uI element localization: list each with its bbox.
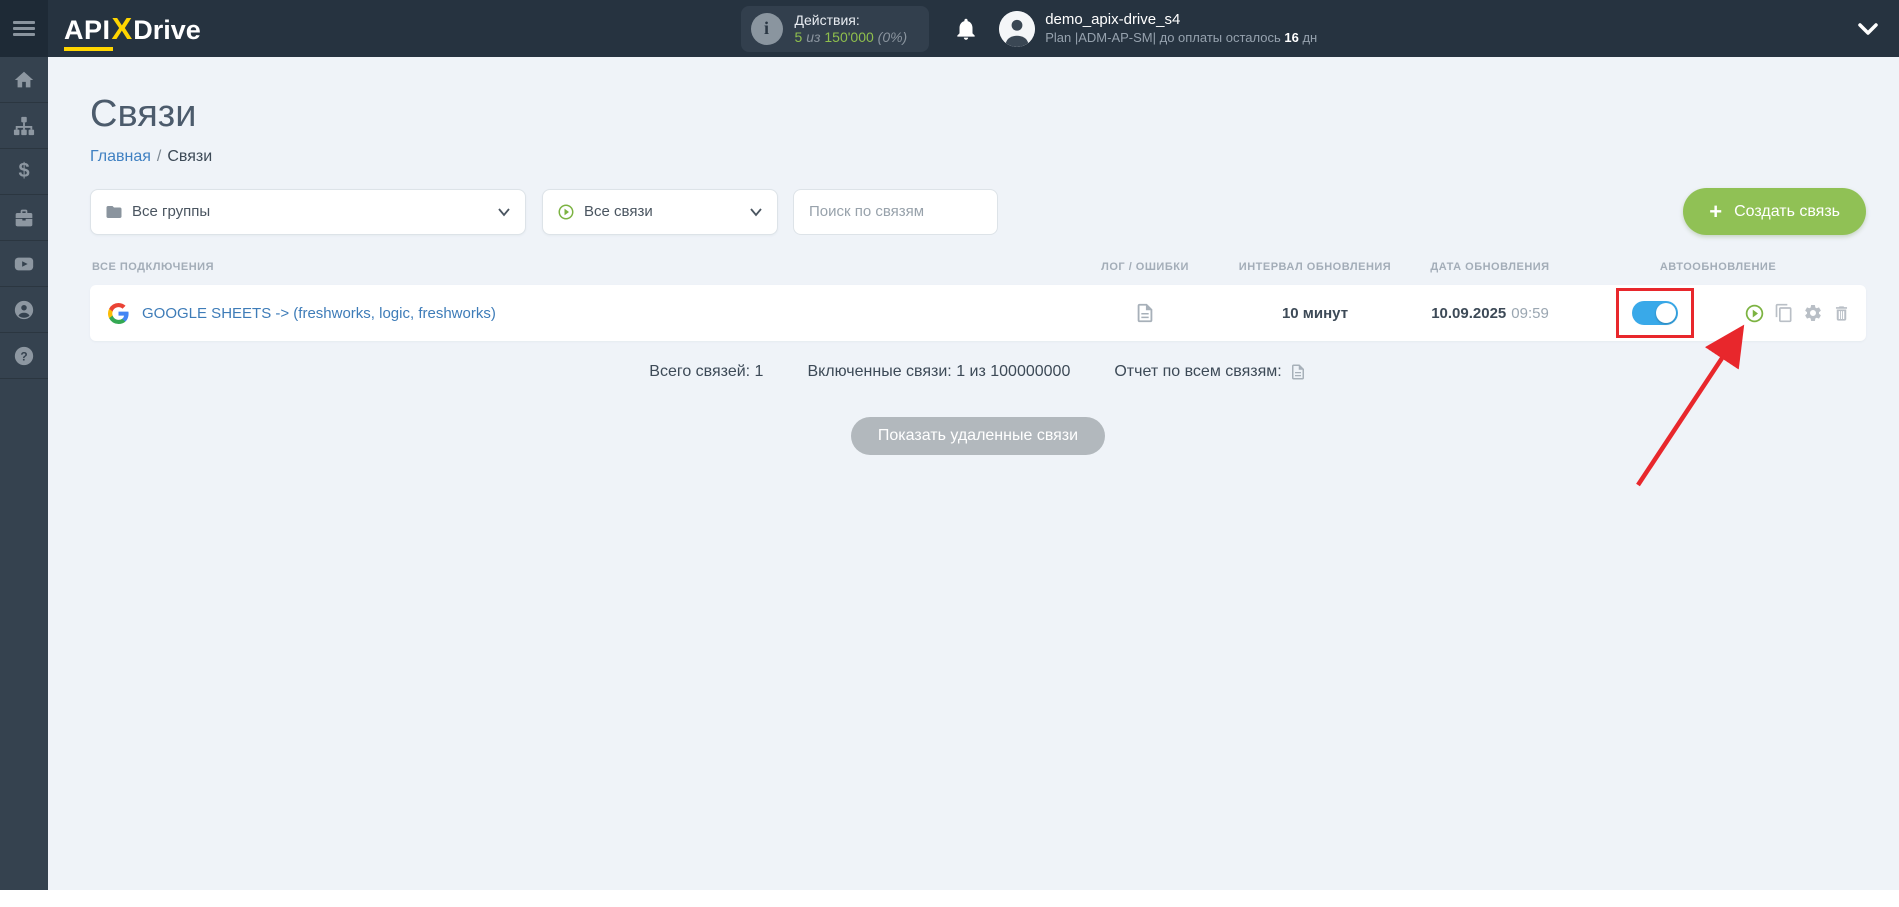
hamburger-menu-button[interactable]: [0, 0, 48, 57]
logo-x: X: [111, 10, 133, 46]
create-link-button[interactable]: + Создать связь: [1683, 188, 1866, 235]
actions-counter-badge[interactable]: i Действия: 5 из 150'000 (0%): [740, 5, 930, 52]
person-icon: [14, 300, 34, 319]
main-content: Связи Главная / Связи Все группы Все связи…: [48, 57, 1899, 890]
col-connections: ВСЕ ПОДКЛЮЧЕНИЯ: [92, 261, 214, 273]
user-plan: Plan |ADM-AP-SM| до оплаты осталось 16 д…: [1045, 29, 1318, 45]
chevron-down-icon: [750, 207, 762, 216]
enabled-links: Включенные связи: 1 из 100000000: [807, 363, 1071, 380]
avatar: [999, 10, 1036, 47]
days-left: 16: [1284, 29, 1299, 45]
topbar: API X Drive i Действия: 5 из 150'000 (0%…: [0, 0, 1899, 57]
total-links: Всего связей: 1: [649, 363, 764, 380]
report-label: Отчет по всем связям:: [1114, 363, 1282, 380]
home-icon: [14, 71, 34, 87]
briefcase-icon: [15, 209, 33, 226]
hamburger-icon: [13, 18, 35, 39]
folder-icon: [106, 205, 122, 218]
toggle-knob: [1656, 303, 1676, 323]
logo-drive: Drive: [133, 14, 201, 45]
links-filter-dropdown[interactable]: Все связи: [542, 188, 778, 235]
actions-count: 5 из 150'000 (0%): [794, 28, 908, 45]
sidebar-item-videos[interactable]: [0, 241, 48, 287]
breadcrumb-current: Связи: [167, 148, 213, 165]
actions-label: Действия:: [794, 11, 860, 28]
update-date: 10.09.2025: [1431, 304, 1507, 322]
col-interval: ИНТЕРВАЛ ОБНОВЛЕНИЯ: [1238, 261, 1392, 273]
col-date: ДАТА ОБНОВЛЕНИЯ: [1430, 261, 1550, 273]
sidebar-item-help[interactable]: ?: [0, 333, 48, 379]
gear-icon[interactable]: [1803, 303, 1823, 323]
trash-icon[interactable]: [1832, 304, 1851, 323]
notifications-bell-icon[interactable]: [953, 16, 979, 42]
log-document-icon[interactable]: [1134, 302, 1156, 324]
report-document-icon[interactable]: [1289, 363, 1307, 381]
play-circle-icon: [558, 204, 574, 219]
user-menu[interactable]: demo_apix-drive_s4 Plan |ADM-AP-SM| до о…: [999, 10, 1318, 47]
breadcrumb-home-link[interactable]: Главная: [90, 148, 151, 165]
sidebar-item-account[interactable]: [0, 287, 48, 333]
apixdrive-logo[interactable]: API X Drive: [64, 10, 201, 51]
chevron-down-icon: [498, 207, 510, 216]
sidebar-item-services[interactable]: [0, 195, 48, 241]
google-icon: [108, 302, 129, 324]
topbar-chevron-down-icon[interactable]: [1857, 22, 1879, 36]
run-now-play-icon[interactable]: [1744, 303, 1765, 324]
page-title: Связи: [90, 93, 197, 135]
sidebar-item-billing[interactable]: $: [0, 149, 48, 195]
links-summary: Всего связей: 1 Включенные связи: 1 из 1…: [90, 363, 1866, 381]
table-row: GOOGLE SHEETS -> (freshworks, logic, fre…: [90, 285, 1866, 341]
info-icon: i: [750, 12, 783, 45]
copy-icon[interactable]: [1774, 303, 1794, 323]
table-header: ВСЕ ПОДКЛЮЧЕНИЯ ЛОГ / ОШИБКИ ИНТЕРВАЛ ОБ…: [90, 261, 1866, 273]
search-input[interactable]: [793, 188, 998, 235]
dollar-icon: $: [18, 160, 30, 182]
update-time: 09:59: [1511, 304, 1549, 322]
username: demo_apix-drive_s4: [1045, 10, 1181, 28]
bottom-strip: [0, 890, 1899, 907]
col-log: ЛОГ / ОШИБКИ: [1101, 261, 1189, 273]
links-filter-value: Все связи: [584, 203, 653, 220]
update-interval: 10 минут: [1281, 304, 1349, 322]
show-deleted-links-button[interactable]: Показать удаленные связи: [850, 417, 1106, 455]
filter-bar: Все группы Все связи + Создать связь: [90, 188, 1866, 235]
sidebar: $ ?: [0, 57, 48, 890]
svg-text:?: ?: [20, 349, 27, 363]
groups-filter-value: Все группы: [132, 203, 211, 220]
sidebar-item-home[interactable]: [0, 57, 48, 103]
autoupdate-toggle[interactable]: [1632, 301, 1678, 325]
breadcrumb: Главная / Связи: [90, 148, 213, 165]
question-icon: ?: [14, 346, 34, 365]
sidebar-item-connections[interactable]: [0, 103, 48, 149]
red-highlight-box: [1616, 288, 1694, 338]
red-annotation-arrow: [1636, 324, 1745, 487]
connection-link[interactable]: GOOGLE SHEETS -> (freshworks, logic, fre…: [142, 305, 496, 322]
plus-icon: +: [1709, 198, 1723, 224]
sitemap-icon: [13, 116, 35, 135]
logo-api: API: [64, 14, 113, 51]
groups-filter-dropdown[interactable]: Все группы: [90, 188, 526, 235]
youtube-icon: [14, 257, 34, 270]
col-autoupdate: АВТООБНОВЛЕНИЕ: [1659, 261, 1777, 273]
